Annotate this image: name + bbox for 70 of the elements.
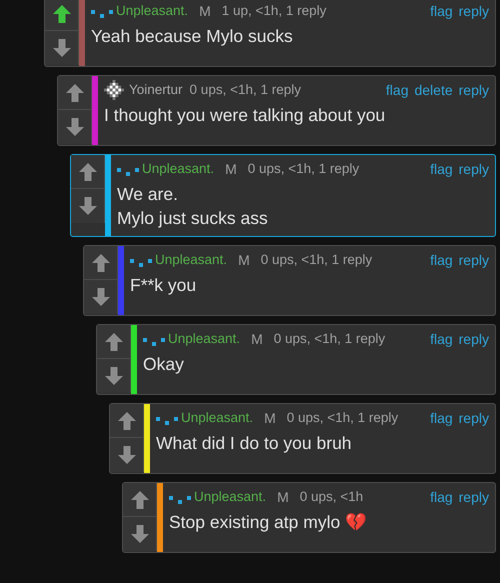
downvote-button[interactable] [58, 110, 92, 144]
action-link[interactable]: flag [430, 487, 453, 507]
action-link[interactable]: flag [430, 250, 453, 270]
upvote-button[interactable] [97, 325, 131, 359]
down-arrow-icon [64, 117, 84, 137]
gender-label: M [277, 488, 289, 507]
upvote-button[interactable] [45, 0, 79, 31]
gender-label: M [264, 409, 276, 428]
action-link[interactable]: reply [458, 250, 489, 270]
username-link[interactable]: Unpleasant. [168, 329, 240, 349]
checker-avatar-icon [104, 80, 124, 100]
action-link[interactable]: reply [458, 1, 489, 21]
action-link[interactable]: reply [458, 487, 489, 507]
upvote-button[interactable] [84, 246, 118, 280]
comment-text: F**k you [130, 274, 198, 297]
gender-label: M [251, 330, 263, 349]
action-link[interactable]: flag [430, 329, 453, 349]
gender-label: M [225, 160, 237, 179]
username-link[interactable]: Unpleasant. [155, 250, 228, 270]
action-link[interactable]: reply [458, 80, 489, 100]
comment-meta: 0 ups, <1h, 1 reply [274, 330, 386, 348]
dots-avatar-icon [169, 493, 193, 505]
comment-meta: 0 ups, <1h, 1 reply [190, 81, 301, 99]
comment-meta: 0 ups, <1h, 1 reply [286, 409, 398, 427]
username-link[interactable]: Unpleasant. [194, 487, 266, 507]
dots-avatar-icon [117, 165, 141, 177]
comment-meta: 0 ups, <1h, 1 reply [260, 251, 372, 269]
comment-text: I thought you were talking about you [104, 104, 386, 127]
down-arrow-icon [52, 38, 72, 58]
comment-text: Stop existing atp mylo 💔 [169, 511, 368, 534]
action-link[interactable]: flag [430, 159, 453, 179]
action-link[interactable]: flag [430, 1, 453, 21]
upvote-button[interactable] [58, 76, 92, 110]
comment-meta: 0 ups, <1h [300, 488, 364, 506]
username-link[interactable]: Unpleasant. [181, 408, 254, 428]
username-link[interactable]: Unpleasant. [116, 1, 188, 21]
action-link[interactable]: delete [414, 80, 453, 100]
downvote-button[interactable] [45, 31, 79, 65]
down-arrow-icon [116, 445, 136, 465]
downvote-button[interactable] [84, 280, 118, 314]
downvote-button[interactable] [71, 189, 105, 223]
action-link[interactable]: flag [430, 408, 453, 428]
comment-text: What did I do to you bruh [156, 432, 353, 455]
down-arrow-icon [104, 366, 124, 386]
downvote-button[interactable] [110, 438, 144, 472]
down-arrow-icon [130, 524, 150, 544]
dots-avatar-icon [156, 414, 180, 426]
downvote-button[interactable] [123, 517, 157, 551]
gender-label: M [238, 251, 250, 270]
comment-meta: 0 ups, <1h, 1 reply [248, 160, 360, 178]
comment-meta: 1 up, <1h, 1 reply [222, 2, 326, 20]
dots-avatar-icon [143, 335, 167, 347]
dots-avatar-icon [91, 7, 115, 19]
dots-avatar-icon [130, 256, 154, 268]
username-link[interactable]: Yoinertur [129, 80, 183, 100]
down-arrow-icon [78, 196, 98, 216]
action-link[interactable]: reply [458, 329, 489, 349]
action-link[interactable]: flag [386, 80, 408, 100]
username-link[interactable]: Unpleasant. [142, 159, 214, 179]
action-link[interactable]: reply [458, 159, 489, 179]
upvote-button[interactable] [123, 483, 157, 517]
comment-text: Okay [143, 353, 185, 376]
comment-text: Yeah because Mylo sucks [91, 25, 294, 48]
upvote-button[interactable] [71, 155, 105, 189]
action-link[interactable]: reply [458, 408, 489, 428]
gender-label: M [199, 2, 211, 21]
down-arrow-icon [90, 287, 110, 307]
comment-text: We are. Mylo just sucks ass [117, 183, 269, 230]
downvote-button[interactable] [97, 359, 131, 393]
upvote-button[interactable] [110, 404, 144, 438]
